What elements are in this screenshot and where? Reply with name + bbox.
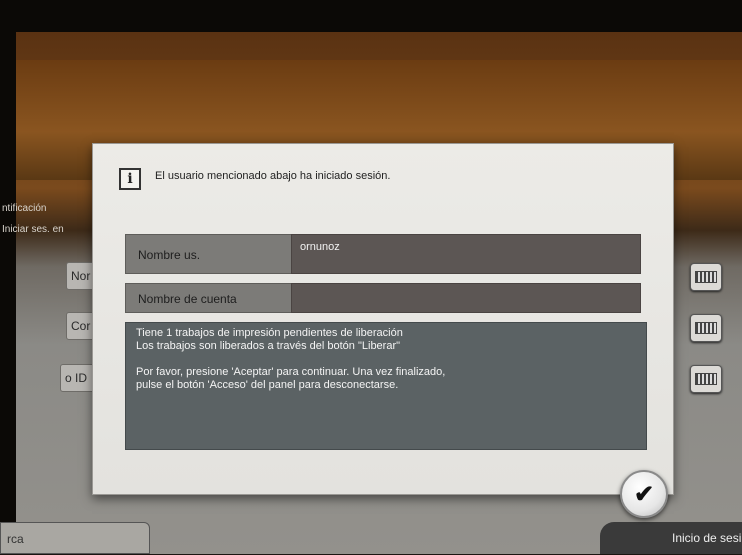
keyboard-icon[interactable]	[690, 365, 722, 393]
login-info-dialog: i El usuario mencionado abajo ha iniciad…	[92, 143, 674, 495]
notice-line: pulse el botón 'Acceso' del panel para d…	[136, 379, 399, 391]
notice-line: Tiene 1 trabajos de impresión pendientes…	[136, 327, 403, 339]
device-bezel-top	[0, 0, 742, 32]
keyboard-icon[interactable]	[690, 263, 722, 291]
pending-jobs-notice: Tiene 1 trabajos de impresión pendientes…	[125, 322, 647, 450]
device-bezel-left	[0, 0, 16, 554]
account-name-label: Nombre de cuenta	[125, 283, 293, 313]
user-name-value: ornunoz	[291, 234, 641, 274]
checkmark-icon: ✔	[633, 480, 655, 508]
dialog-message: El usuario mencionado abajo ha iniciado …	[155, 170, 391, 182]
user-name-label: Nombre us.	[125, 234, 293, 274]
background-label-iniciar: Iniciar ses. en	[2, 224, 64, 235]
login-button[interactable]: Inicio de sesi	[600, 522, 742, 554]
accept-button[interactable]: ✔	[620, 470, 668, 518]
background-left-button[interactable]: rca	[0, 522, 150, 554]
notice-line: Los trabajos son liberados a través del …	[136, 340, 401, 352]
background-label-identificacion: ntificación	[2, 203, 47, 214]
keyboard-icon[interactable]	[690, 314, 722, 342]
notice-line: Por favor, presione 'Aceptar' para conti…	[136, 366, 446, 378]
account-name-value	[291, 283, 641, 313]
info-icon: i	[119, 168, 141, 190]
